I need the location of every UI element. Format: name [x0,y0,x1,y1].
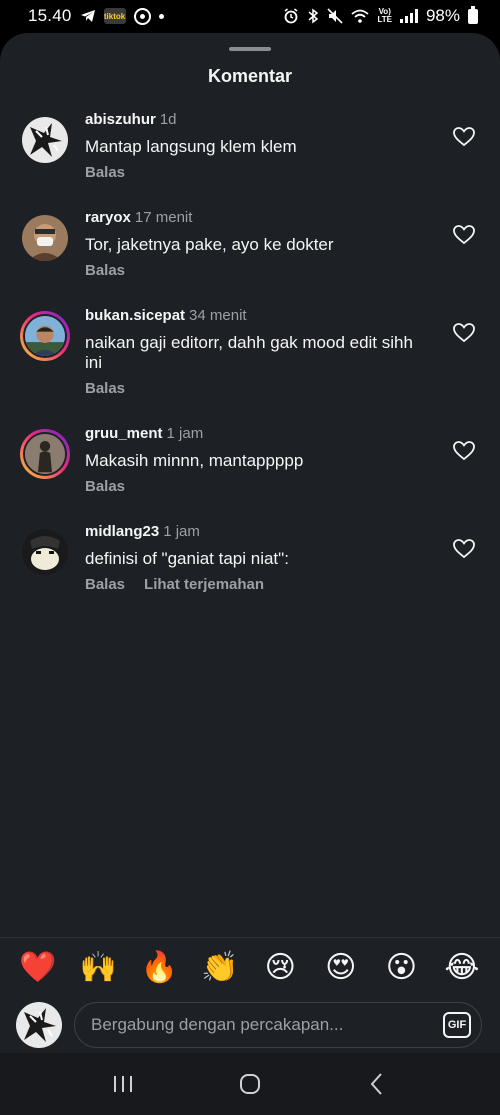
silhouette-avatar-icon [23,432,67,476]
comment-body: bukan.sicepat 34 menit naikan gaji editor… [85,307,425,425]
avatar[interactable] [20,527,70,577]
comment-input-placeholder: Bergabung dengan percakapan... [91,1015,344,1034]
avatar[interactable] [20,115,70,165]
comment-text: Mantap langsung klem klem [85,137,297,156]
avatar[interactable] [20,213,70,263]
recent-apps-icon [114,1076,133,1092]
status-right: Vo) LTE 98% [283,5,478,26]
like-heart-icon[interactable] [452,125,476,149]
recent-apps-button[interactable] [103,1064,143,1104]
status-left: 15.40 tiktok [28,6,164,26]
wifi-icon [351,9,370,23]
comment-username[interactable]: bukan.sicepat [85,307,185,324]
comment-actions: Balas [85,380,425,397]
like-heart-icon[interactable] [452,321,476,345]
comment-actions: Balas [85,478,425,495]
comment-text: Tor, jaketnya pake, ayo ke dokter [85,235,334,254]
comment-item: raryox 17 menit Tor, jaketnya pake, ayo k… [0,209,500,307]
avatar-with-story-ring[interactable] [20,311,70,361]
like-heart-icon[interactable] [452,439,476,463]
mute-icon [327,8,344,24]
crying-emoji-button[interactable]: 😢 [260,952,300,983]
abstract-art-avatar-icon [22,117,68,163]
person-outdoor-avatar-icon [23,314,67,358]
battery-icon [468,5,478,24]
comment-username[interactable]: midlang23 [85,523,159,540]
system-navigation-bar [0,1053,500,1115]
comment-meta: midlang23 1 jam [85,523,425,541]
comment-item: abiszuhur 1d Mantap langsung klem klem Ba… [0,111,500,209]
status-bar: 15.40 tiktok Vo) LTE 98% [0,0,500,32]
comment-item: gruu_ment 1 jam Makasih minnn, mantappppp… [0,425,500,523]
comment-meta: bukan.sicepat 34 menit [85,307,425,325]
volte-indicator: Vo) LTE [377,8,392,24]
comment-item: bukan.sicepat 34 menit naikan gaji editor… [0,307,500,425]
status-time: 15.40 [28,6,72,25]
clapping-emoji-button[interactable]: 👏 [200,952,240,983]
comment-meta: raryox 17 menit [85,209,425,227]
reply-button[interactable]: Balas [85,262,125,279]
comment-time: 34 menit [189,307,247,324]
back-chevron-icon [370,1073,382,1095]
surprised-emoji-button[interactable]: 😮 [381,952,421,983]
comment-actions: Balas [85,262,425,279]
comment-text: Makasih minnn, mantappppp [85,451,304,470]
like-heart-icon[interactable] [452,223,476,247]
comment-composer: Bergabung dengan percakapan... GIF [0,997,500,1053]
back-button[interactable] [357,1064,397,1104]
comment-meta: gruu_ment 1 jam [85,425,425,443]
see-translation-button[interactable]: Lihat terjemahan [144,576,264,593]
avatar-with-story-ring[interactable] [20,429,70,479]
reply-button[interactable]: Balas [85,380,125,397]
reply-button[interactable]: Balas [85,164,125,181]
comment-time: 17 menit [134,209,193,226]
comment-username[interactable]: abiszuhur [85,111,156,128]
comments-sheet: Komentar abiszuhur 1d Mantap langsung kle… [0,33,500,1053]
current-user-avatar-icon [16,1002,62,1048]
sheet-title: Komentar [207,66,292,86]
fire-emoji-button[interactable]: 🔥 [139,952,179,983]
more-notifications-dot-icon [158,13,164,19]
battery-percent: 98% [425,6,460,25]
comment-body: abiszuhur 1d Mantap langsung klem klem Ba… [85,111,425,209]
tiktok-app-badge-icon: tiktok [103,8,126,24]
heart-eyes-emoji-button[interactable]: 😍 [321,952,361,983]
comment-time: 1 jam [163,523,200,540]
comment-actions: Balas [85,164,425,181]
comment-item: midlang23 1 jam definisi of "ganiat tapi … [0,523,500,621]
comment-actions: Balas Lihat terjemahan [85,576,425,593]
telegram-icon [80,9,96,23]
comment-input[interactable]: Bergabung dengan percakapan... GIF [74,1002,482,1048]
comment-text: definisi of "ganiat tapi niat": [85,549,289,568]
comment-body: gruu_ment 1 jam Makasih minnn, mantappppp… [85,425,425,523]
comment-time: 1 jam [166,425,204,442]
sheet-drag-handle[interactable] [229,47,271,51]
emoji-reaction-bar: ❤️ 🙌 🔥 👏 😢 😍 😮 😂 [0,937,500,997]
comment-time: 1d [159,111,177,128]
bluetooth-icon [307,8,319,24]
like-heart-icon[interactable] [452,537,476,561]
reply-button[interactable]: Balas [85,478,125,495]
laughing-emoji-button[interactable]: 😂 [442,952,482,983]
alarm-icon [283,8,299,24]
comment-body: raryox 17 menit Tor, jaketnya pake, ayo k… [85,209,425,307]
reply-button[interactable]: Balas [85,576,125,593]
signal-icon [399,9,418,23]
dark-figure-avatar-icon [22,529,68,575]
comment-username[interactable]: gruu_ment [85,425,163,442]
volte-bottom-label: LTE [377,15,392,24]
comment-body: midlang23 1 jam definisi of "ganiat tapi … [85,523,425,621]
person-with-mask-avatar-icon [22,215,68,261]
gif-button[interactable]: GIF [443,1012,471,1038]
location-ring-icon [133,7,151,25]
home-icon [239,1074,260,1094]
comment-list: abiszuhur 1d Mantap langsung klem klem Ba… [0,111,500,621]
comment-username[interactable]: raryox [85,209,131,226]
heart-emoji-button[interactable]: ❤️ [18,952,58,983]
raising-hands-emoji-button[interactable]: 🙌 [79,952,119,983]
comment-meta: abiszuhur 1d [85,111,425,129]
comment-text: naikan gaji editorr, dahh gak mood edit … [85,333,413,372]
home-button[interactable] [230,1064,270,1104]
